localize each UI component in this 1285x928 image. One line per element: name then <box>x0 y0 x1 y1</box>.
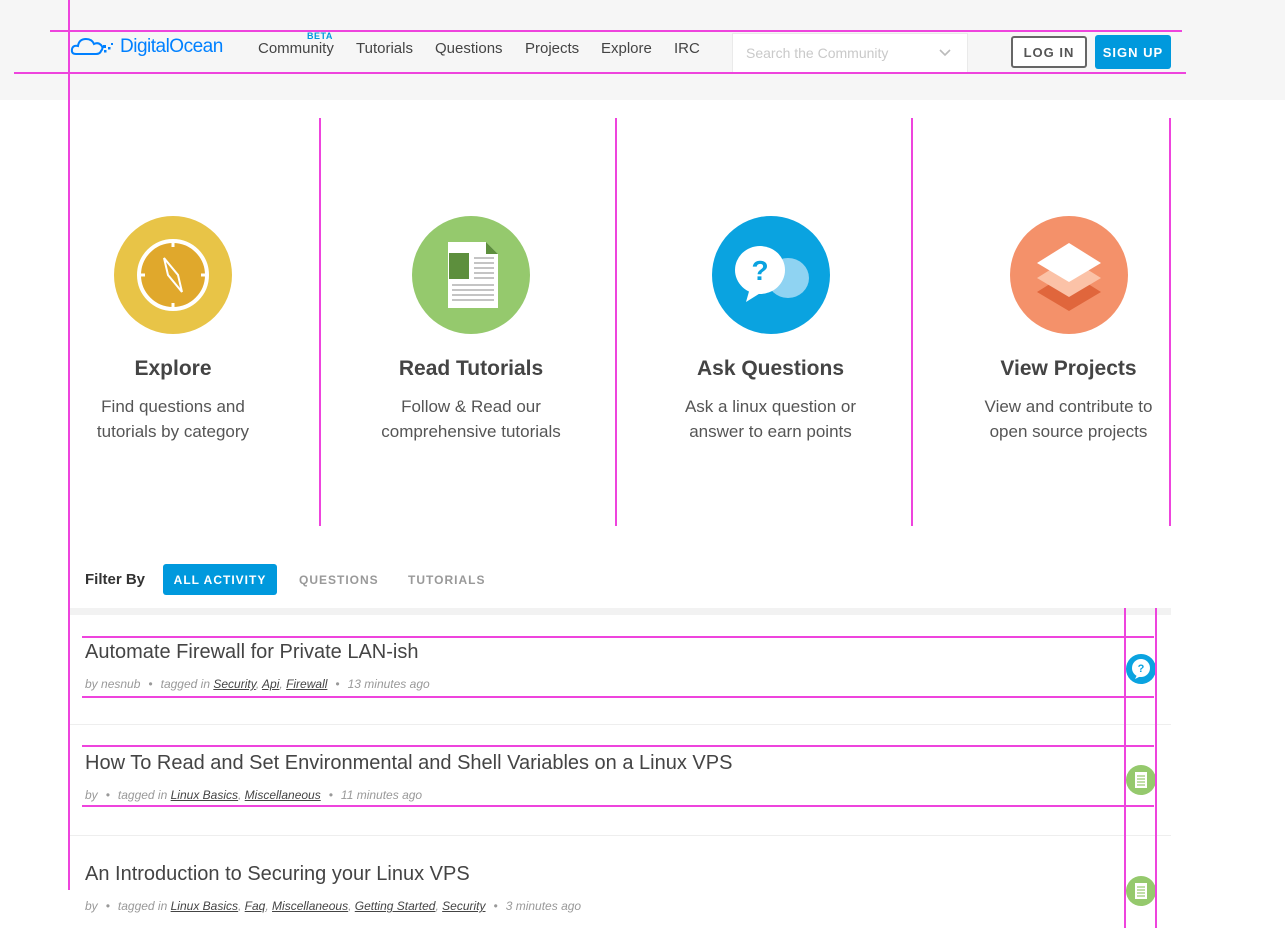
overlay-guide-line <box>82 636 1154 638</box>
tutorial-icon <box>1126 876 1156 906</box>
feed-item-title[interactable]: Automate Firewall for Private LAN-ish <box>85 641 418 664</box>
search-input[interactable] <box>733 34 936 72</box>
filter-tutorials[interactable]: TUTORIALS <box>408 573 485 587</box>
feature-desc-line: tutorials by category <box>96 422 250 441</box>
meta-time: 13 minutes ago <box>347 677 430 691</box>
nav-projects[interactable]: Projects <box>525 40 579 57</box>
feed-item-title[interactable]: How To Read and Set Environmental and Sh… <box>85 752 732 775</box>
overlay-guide-line <box>50 30 1182 32</box>
feature-title: View Projects <box>1000 357 1137 380</box>
feature-desc: Follow & Read our comprehensive tutorial… <box>320 394 622 444</box>
nav-irc[interactable]: IRC <box>674 40 700 57</box>
filter-all-activity[interactable]: ALL ACTIVITY <box>163 564 277 595</box>
tag-link[interactable]: Faq <box>245 899 266 913</box>
feature-title: Ask Questions <box>696 357 845 380</box>
nav-community-label: Community <box>258 40 334 57</box>
nav-community[interactable]: Community BETA <box>258 31 334 57</box>
svg-text:?: ? <box>751 255 768 286</box>
feature-desc-line: Find questions and <box>101 397 245 416</box>
projects-circle <box>1009 216 1128 334</box>
nav-questions[interactable]: Questions <box>435 40 503 57</box>
nav-tutorials[interactable]: Tutorials <box>356 40 413 57</box>
overlay-guide-line <box>1169 118 1171 526</box>
login-button[interactable]: LOG IN <box>1011 36 1087 68</box>
search-box <box>732 33 968 73</box>
tag-link[interactable]: Getting Started <box>355 899 436 913</box>
signup-button[interactable]: SIGN UP <box>1095 35 1171 69</box>
feature-desc: Find questions and tutorials by category <box>70 394 276 444</box>
feed-item-meta: by nesnub • tagged in Security, Api, Firew… <box>85 677 430 691</box>
overlay-guide-line <box>82 805 1154 807</box>
svg-text:?: ? <box>1138 663 1145 675</box>
feature-title: Read Tutorials <box>398 357 544 380</box>
cloud-logo-icon <box>70 37 113 55</box>
meta-time: 3 minutes ago <box>505 899 582 913</box>
feature-title: Explore <box>134 357 212 380</box>
tag-link[interactable]: Miscellaneous <box>272 899 348 913</box>
tag-link[interactable]: Firewall <box>286 677 327 691</box>
meta-by: by <box>85 899 98 913</box>
chat-bubble-icon: ? <box>734 246 809 302</box>
tag-link[interactable]: Security <box>213 677 255 691</box>
feature-desc: View and contribute to open source proje… <box>966 394 1171 444</box>
overlay-guide-line <box>82 745 1154 747</box>
feature-desc-line: Follow & Read our <box>401 397 541 416</box>
overlay-guide-line <box>1155 608 1157 928</box>
nav-explore[interactable]: Explore <box>601 40 652 57</box>
meta-time: 11 minutes ago <box>340 788 423 802</box>
tag-link[interactable]: Security <box>442 899 485 913</box>
filter-label: Filter By <box>85 571 146 588</box>
tutorials-circle <box>412 216 530 334</box>
filter-divider <box>70 608 1171 615</box>
layers-icon <box>1036 243 1101 311</box>
overlay-guide-line <box>615 118 617 526</box>
overlay-guide-line <box>911 118 913 526</box>
overlay-guide-line <box>68 0 70 890</box>
feature-read-tutorials[interactable]: Read Tutorials Follow & Read our compreh… <box>320 118 622 526</box>
feature-explore[interactable]: Explore Find questions and tutorials by … <box>70 118 276 526</box>
meta-tagged: tagged in <box>117 899 168 913</box>
feature-desc-line: comprehensive tutorials <box>381 422 561 441</box>
compass-icon <box>137 239 209 311</box>
filter-questions[interactable]: QUESTIONS <box>299 573 379 587</box>
meta-by: by <box>85 788 98 802</box>
overlay-guide-line <box>1124 608 1126 928</box>
meta-tagged: tagged in <box>160 677 210 691</box>
question-icon: ? <box>1126 654 1156 684</box>
feature-ask-questions[interactable]: ? Ask Questions Ask a linux question or … <box>618 118 923 526</box>
feed-item-meta: by • tagged in Linux Basics, Faq, Miscella… <box>85 899 582 913</box>
tag-link[interactable]: Miscellaneous <box>245 788 321 802</box>
beta-badge: BETA <box>307 31 333 41</box>
feature-desc-line: open source projects <box>989 422 1148 441</box>
meta-tagged: tagged in <box>117 788 168 802</box>
overlay-guide-line <box>82 696 1154 698</box>
feature-desc-line: answer to earn points <box>689 422 852 441</box>
overlay-guide-line <box>319 118 321 526</box>
digitalocean-logo[interactable]: DigitalOcean <box>70 33 223 61</box>
meta-by: by <box>85 677 98 691</box>
logo-text: DigitalOcean <box>120 36 223 57</box>
tag-link[interactable]: Linux Basics <box>171 899 238 913</box>
tag-link[interactable]: Linux Basics <box>171 788 238 802</box>
feature-desc: Ask a linux question or answer to earn p… <box>618 394 923 444</box>
feature-view-projects[interactable]: View Projects View and contribute to ope… <box>966 118 1171 526</box>
feature-desc-line: Ask a linux question or <box>684 397 857 416</box>
tutorial-icon <box>1126 765 1156 795</box>
overlay-guide-line <box>14 72 1186 74</box>
row-divider <box>70 835 1171 836</box>
document-icon <box>448 242 498 308</box>
tag-link[interactable]: Api <box>262 677 279 691</box>
row-divider <box>70 724 1171 725</box>
questions-circle: ? <box>711 216 830 334</box>
explore-circle <box>114 216 232 334</box>
feed-item-title[interactable]: An Introduction to Securing your Linux V… <box>85 863 470 886</box>
feed-item-meta: by • tagged in Linux Basics, Miscellaneous… <box>85 788 423 802</box>
feature-desc-line: View and contribute to <box>984 397 1153 416</box>
chevron-down-icon[interactable] <box>937 44 953 60</box>
meta-author[interactable]: nesnub <box>101 677 140 691</box>
